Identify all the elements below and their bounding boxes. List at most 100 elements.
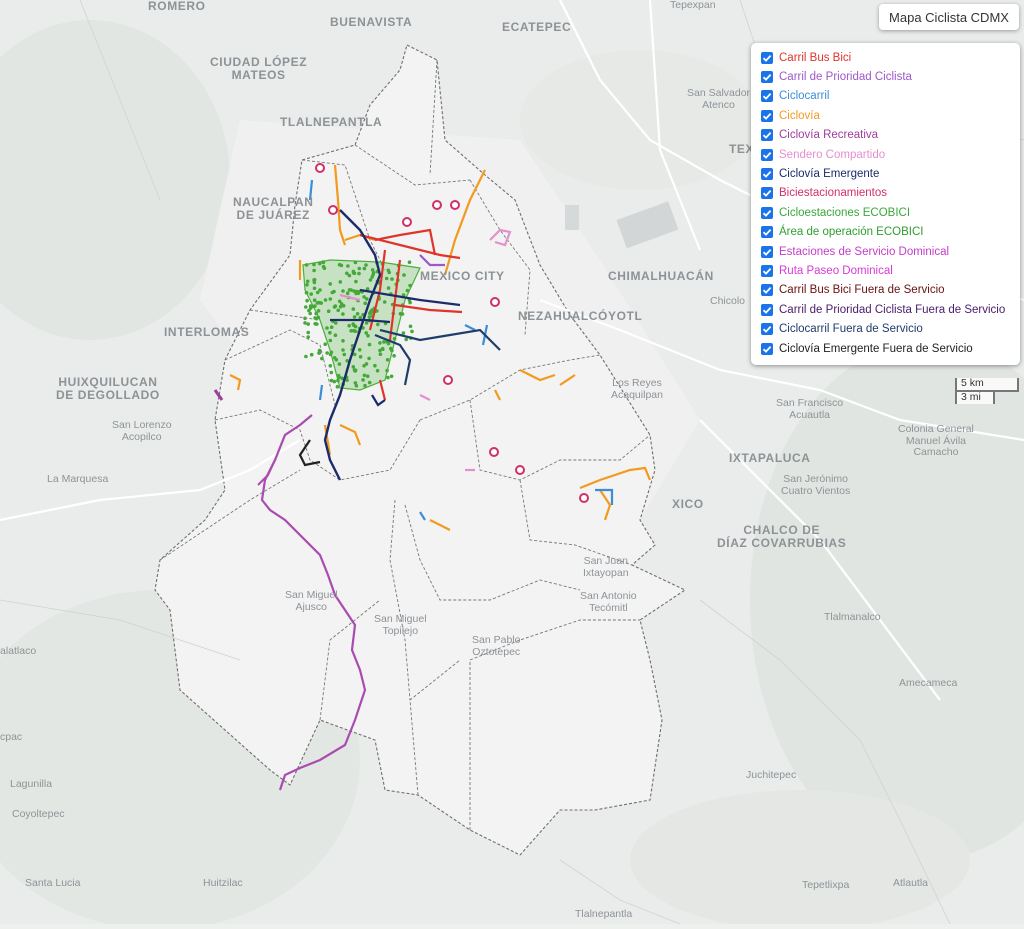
place-label: cpac: [0, 731, 23, 743]
layer-toggle[interactable]: Ciclovía Emergente: [751, 164, 1020, 183]
layer-label: Ciclovía: [779, 109, 820, 122]
ecobici-station-dot: [351, 328, 356, 333]
ecobici-station-dot: [401, 331, 406, 335]
ecobici-station-dot: [408, 283, 412, 288]
layer-toggle[interactable]: Estaciones de Servicio Dominical: [751, 242, 1020, 261]
checkbox-checked-icon[interactable]: [761, 71, 773, 84]
layer-label: Ciclovía Recreativa: [779, 129, 879, 142]
place-label: ECATEPEC: [502, 20, 572, 34]
ecobici-station-dot: [392, 337, 397, 341]
ecobici-station-dot: [358, 355, 363, 359]
ecobici-station-dot: [351, 365, 356, 369]
ecobici-station-dot: [389, 346, 393, 351]
checkbox-checked-icon[interactable]: [761, 206, 773, 219]
ecobici-station-dot: [363, 301, 368, 306]
layer-toggle[interactable]: Ruta Paseo Dominical: [751, 261, 1020, 280]
layer-toggle[interactable]: Ciclovía Recreativa: [751, 126, 1020, 145]
place-label: CHIMALHUACÁN: [608, 269, 714, 283]
ecobici-station-dot: [354, 279, 358, 284]
place-label: Coyoltepec: [12, 808, 65, 820]
ecobici-station-dot: [337, 362, 342, 366]
place-label: CIUDAD LÓPEZ MATEOS: [210, 55, 308, 83]
ecobici-station-dot: [364, 321, 369, 325]
ecobici-station-dot: [341, 289, 345, 293]
layer-toggle[interactable]: Sendero Compartido: [751, 145, 1020, 164]
checkbox-checked-icon[interactable]: [761, 284, 773, 297]
ecobici-station-dot: [364, 362, 369, 366]
place-label: San Lorenzo Acopilco: [112, 419, 172, 443]
ecobici-station-dot: [353, 324, 358, 329]
place-label: Atlautla: [893, 877, 929, 889]
ecobici-station-dot: [313, 304, 317, 308]
place-label: INTERLOMAS: [164, 325, 250, 339]
ecobici-station-dot: [354, 291, 358, 296]
checkbox-checked-icon[interactable]: [761, 303, 773, 316]
layer-toggle[interactable]: Ciclovía Emergente Fuera de Servicio: [751, 339, 1020, 358]
ecobici-station-dot: [336, 308, 341, 313]
ecobici-station-dot: [341, 339, 345, 343]
ecobici-station-dot: [338, 280, 343, 284]
ecobici-station-dot: [312, 268, 316, 273]
layer-toggle[interactable]: Área de operación ECOBICI: [751, 223, 1020, 242]
checkbox-checked-icon[interactable]: [761, 187, 773, 200]
ecobici-station-dot: [312, 298, 317, 303]
ecobici-station-dot: [347, 323, 352, 328]
ecobici-station-dot: [309, 352, 314, 357]
ecobici-station-dot: [317, 348, 322, 353]
checkbox-checked-icon[interactable]: [761, 342, 773, 355]
checkbox-checked-icon[interactable]: [761, 129, 773, 142]
layer-toggle[interactable]: Carril Bus Bici Fuera de Servicio: [751, 281, 1020, 300]
layer-toggle[interactable]: Carril de Prioridad Ciclista Fuera de Se…: [751, 300, 1020, 319]
ecobici-station-dot: [352, 315, 357, 319]
checkbox-checked-icon[interactable]: [761, 226, 773, 239]
ecobici-station-dot: [321, 260, 326, 265]
ecobici-station-dot: [325, 351, 330, 355]
layer-toggle[interactable]: Ciclocarril: [751, 87, 1020, 106]
ecobici-station-dot: [366, 334, 370, 338]
ecobici-station-dot: [354, 384, 359, 388]
ecobici-station-dot: [320, 356, 324, 361]
ecobici-station-dot: [363, 383, 367, 388]
ecobici-station-dot: [305, 283, 309, 287]
ecobici-station-dot: [323, 342, 328, 347]
ecobici-station-dot: [305, 279, 310, 284]
ecobici-station-dot: [313, 316, 317, 320]
checkbox-checked-icon[interactable]: [761, 148, 773, 161]
ecobici-station-dot: [342, 352, 347, 357]
ecobici-station-dot: [357, 348, 362, 352]
ecobici-station-dot: [304, 263, 309, 267]
place-label: NAUCALPAN DE JUÁREZ: [233, 195, 314, 223]
ecobici-station-dot: [408, 324, 413, 329]
ecobici-station-dot: [335, 385, 340, 389]
layer-toggle[interactable]: Ciclocarril Fuera de Servicio: [751, 319, 1020, 338]
layer-label: Área de operación ECOBICI: [779, 226, 924, 239]
layer-toggle[interactable]: Biciestacionamientos: [751, 184, 1020, 203]
ecobici-station-dot: [323, 298, 328, 302]
place-label: CHALCO DE DÍAZ COVARRUBIAS: [717, 523, 847, 551]
layer-control-panel: Carril Bus Bici Carril de Prioridad Cicli…: [751, 43, 1020, 365]
place-label: San Jerónimo Cuatro Vientos: [781, 473, 851, 497]
ecobici-station-dot: [390, 277, 394, 281]
layer-toggle[interactable]: Cicloestaciones ECOBICI: [751, 203, 1020, 222]
ecobici-station-dot: [364, 263, 368, 267]
place-label: Amecameca: [899, 677, 958, 689]
checkbox-checked-icon[interactable]: [761, 109, 773, 122]
checkbox-checked-icon[interactable]: [761, 168, 773, 181]
layer-toggle[interactable]: Carril de Prioridad Ciclista: [751, 67, 1020, 86]
place-label: San Salvador Atenco: [687, 87, 751, 111]
place-label: Huitzilac: [203, 877, 243, 889]
ecobici-station-dot: [378, 352, 383, 357]
place-label: XICO: [672, 497, 704, 511]
layer-label: Carril Bus Bici: [779, 51, 852, 64]
ecobici-station-dot: [329, 325, 334, 330]
checkbox-checked-icon[interactable]: [761, 51, 773, 64]
ecobici-station-dot: [398, 312, 403, 316]
layer-toggle[interactable]: Carril Bus Bici: [751, 48, 1020, 67]
layer-toggle[interactable]: Ciclovía: [751, 106, 1020, 125]
ecobici-station-dot: [303, 321, 307, 325]
checkbox-checked-icon[interactable]: [761, 245, 773, 258]
checkbox-checked-icon[interactable]: [761, 90, 773, 103]
checkbox-checked-icon[interactable]: [761, 264, 773, 277]
ecobici-station-dot: [341, 312, 345, 316]
checkbox-checked-icon[interactable]: [761, 323, 773, 336]
